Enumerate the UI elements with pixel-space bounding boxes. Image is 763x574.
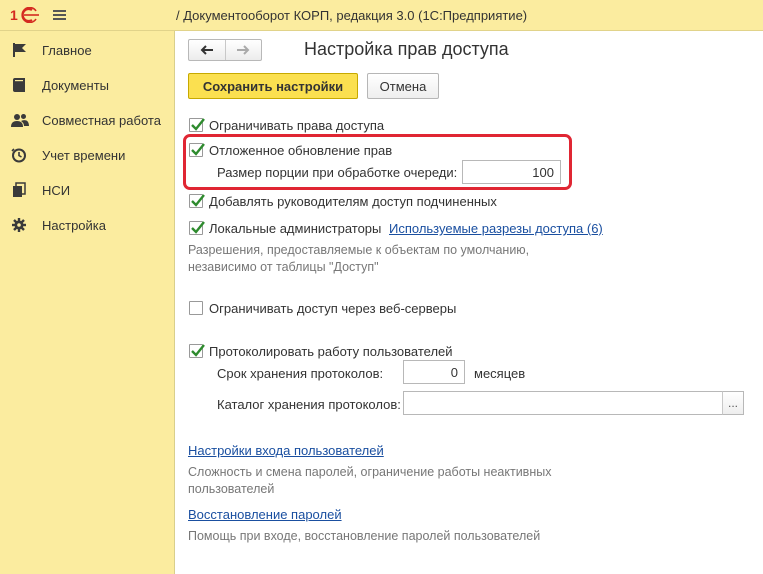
- checkmark-icon: [191, 194, 205, 207]
- add-managers-label: Добавлять руководителям доступ подчиненн…: [209, 194, 497, 209]
- local-admins-note: независимо от таблицы "Доступ": [188, 260, 379, 274]
- sidebar-item-collaboration[interactable]: Совместная работа: [0, 104, 175, 134]
- sidebar-item-label: Настройка: [42, 218, 106, 233]
- login-settings-link[interactable]: Настройки входа пользователей: [188, 443, 384, 458]
- password-recovery-note: Помощь при входе, восстановление паролей…: [188, 529, 541, 543]
- choose-catalog-button[interactable]: ...: [722, 391, 744, 415]
- sidebar-item-label: Учет времени: [42, 148, 126, 163]
- clock-icon: [11, 148, 26, 163]
- history-nav: [188, 39, 262, 61]
- forward-button[interactable]: [224, 40, 261, 60]
- web-servers-label: Ограничивать доступ через веб-серверы: [209, 301, 457, 316]
- sidebar-item-documents[interactable]: Документы: [0, 69, 175, 99]
- svg-text:1: 1: [10, 7, 18, 23]
- main-panel: Настройка прав доступа Сохранить настрой…: [176, 31, 763, 574]
- login-settings-note: пользователей: [188, 482, 275, 496]
- restrict-rights-label: Ограничивать права доступа: [209, 118, 385, 133]
- restrict-rights-checkbox[interactable]: [189, 118, 205, 132]
- sidebar-item-settings[interactable]: Настройка: [0, 209, 175, 239]
- log-users-checkbox[interactable]: [189, 344, 205, 358]
- local-admins-note: Разрешения, предоставляемые к объектам п…: [188, 243, 530, 257]
- deferred-update-label: Отложенное обновление прав: [209, 143, 393, 158]
- add-managers-checkbox[interactable]: [189, 194, 205, 208]
- cancel-button[interactable]: Отмена: [367, 73, 439, 99]
- sidebar-item-nsi[interactable]: НСИ: [0, 174, 175, 204]
- back-button[interactable]: [189, 40, 225, 60]
- batch-size-input[interactable]: 100: [462, 160, 561, 184]
- sidebar-item-label: Главное: [42, 43, 92, 58]
- arrow-left-icon: [200, 45, 213, 55]
- documents-icon: [13, 78, 25, 92]
- checkmark-icon: [191, 221, 205, 234]
- arrow-right-icon: [237, 45, 250, 55]
- sidebar: Главное Документы Совместная работа Учет…: [0, 31, 175, 574]
- log-retention-label: Срок хранения протоколов:: [217, 366, 384, 381]
- checkmark-icon: [191, 118, 205, 131]
- gear-icon: [12, 218, 26, 232]
- sidebar-item-main[interactable]: Главное: [0, 34, 175, 64]
- people-icon: [11, 114, 29, 127]
- sidebar-item-label: НСИ: [42, 183, 71, 198]
- sidebar-item-label: Совместная работа: [42, 113, 161, 128]
- app-title: / Документооборот КОРП, редакция 3.0 (1С…: [176, 8, 528, 23]
- checkmark-icon: [191, 143, 205, 156]
- access-sections-link[interactable]: Используемые разрезы доступа (6): [389, 221, 603, 236]
- log-retention-unit: месяцев: [474, 366, 526, 381]
- login-settings-note: Сложность и смена паролей, ограничение р…: [188, 465, 552, 479]
- local-admins-checkbox[interactable]: [189, 221, 205, 235]
- log-users-label: Протоколировать работу пользователей: [209, 344, 453, 359]
- books-icon: [13, 182, 26, 197]
- menu-icon[interactable]: [53, 10, 66, 20]
- checkmark-icon: [191, 344, 205, 357]
- log-catalog-input[interactable]: [403, 391, 723, 415]
- batch-size-label: Размер порции при обработке очереди:: [217, 165, 458, 180]
- log-catalog-label: Каталог хранения протоколов:: [217, 397, 401, 412]
- deferred-update-checkbox[interactable]: [189, 143, 205, 157]
- web-servers-checkbox[interactable]: [189, 301, 203, 315]
- password-recovery-link[interactable]: Восстановление паролей: [188, 507, 342, 522]
- sidebar-item-label: Документы: [42, 78, 110, 93]
- local-admins-label: Локальные администраторы: [209, 221, 382, 236]
- page-title: Настройка прав доступа: [304, 39, 509, 59]
- flag-icon: [13, 43, 26, 57]
- log-retention-input[interactable]: 0: [403, 360, 465, 384]
- save-settings-button[interactable]: Сохранить настройки: [188, 73, 358, 99]
- 1c-logo[interactable]: 1: [10, 7, 42, 23]
- sidebar-item-time-tracking[interactable]: Учет времени: [0, 139, 175, 169]
- top-bar: 1 / Документооборот КОРП, редакция 3.0 (…: [0, 0, 763, 31]
